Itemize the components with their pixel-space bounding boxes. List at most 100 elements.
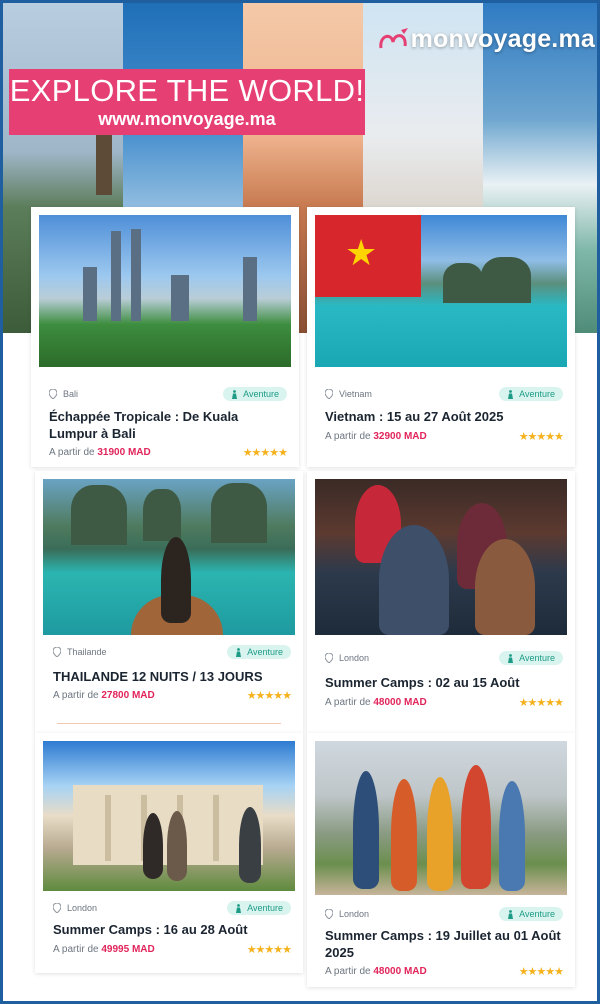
student [461,765,491,889]
price-value: 48000 MAD [373,966,427,977]
banner-url[interactable]: www.monvoyage.ma [9,109,365,130]
student [167,811,187,881]
hiker-icon [236,647,242,657]
explore-banner: EXPLORE THE WORLD! www.monvoyage.ma [9,69,365,135]
karst-island [481,257,531,303]
star-rating: ★★★★★ [518,966,564,978]
category-tag[interactable]: Aventure [223,387,287,401]
trip-title[interactable]: Summer Camps : 19 Juillet au 01 Août 202… [325,927,563,961]
trip-title[interactable]: Summer Camps : 02 au 15 Août [325,674,563,691]
trip-card-london-2[interactable]: London Aventure Summer Camps : 16 au 28 … [35,733,303,973]
flag-star: ★ [345,232,378,273]
category-tag[interactable]: Aventure [227,901,291,915]
skyscraper [171,275,189,321]
location-label: Vietnam [325,389,372,399]
trip-photo [315,479,567,635]
price: A partir de 27800 MAD [53,690,155,701]
map-pin-icon [53,903,61,913]
price: A partir de 48000 MAD [325,697,427,708]
star-rating: ★★★★★ [246,944,292,956]
trip-title[interactable]: Échappée Tropicale : De Kuala Lumpur à B… [49,408,287,442]
hiker-icon [232,389,238,399]
brand-logo[interactable]: monvoyage.ma [377,25,595,54]
trip-title[interactable]: Vietnam : 15 au 27 Août 2025 [325,408,563,425]
price: A partir de 31900 MAD [49,447,151,458]
tag-text: Aventure [243,389,279,399]
banner-title: EXPLORE THE WORLD! [9,73,365,108]
tag-text: Aventure [519,389,555,399]
location-text: London [339,909,370,919]
map-pin-icon [325,389,333,399]
promo-flyer: monvoyage.ma EXPLORE THE WORLD! www.monv… [0,0,600,1004]
star-rating: ★★★★★ [518,431,564,443]
price: A partir de 49995 MAD [53,944,155,955]
location-label: London [53,903,97,913]
plane-loop-icon [378,27,408,48]
category-tag[interactable]: Aventure [499,907,563,921]
petronas-tower [111,231,121,321]
column [105,795,111,861]
star-rating: ★★★★★ [518,697,564,709]
column [213,795,219,861]
price-prefix: A partir de [49,447,95,458]
price-value: 48000 MAD [373,697,427,708]
map-pin-icon [325,653,333,663]
price-prefix: A partir de [325,966,371,977]
trip-card-thailande[interactable]: Thailande Aventure THAILANDE 12 NUITS / … [35,471,303,733]
price-row: A partir de 31900 MAD ★★★★★ [49,446,288,459]
trip-photo [43,741,295,891]
student [427,777,453,891]
map-pin-icon [53,647,61,657]
price-row: A partir de 27800 MAD ★★★★★ [53,689,292,702]
map-pin-icon [49,389,57,399]
petronas-tower [131,229,141,321]
location-text: Bali [63,389,79,399]
price-value: 32900 MAD [373,431,427,442]
student [379,525,449,635]
location-text: London [339,653,370,663]
trip-title[interactable]: Summer Camps : 16 au 28 Août [53,921,291,938]
traveler [161,537,191,623]
location-text: Thailande [67,647,107,657]
location-label: Bali [49,389,78,399]
karst-island [211,483,267,543]
price-row: A partir de 32900 MAD ★★★★★ [325,430,564,443]
student [239,807,261,883]
price-row: A partir de 49995 MAD ★★★★★ [53,943,292,956]
karst-island [71,485,127,545]
card-meta: London Aventure [53,901,291,915]
trip-card-grid: Bali Aventure Échappée Tropicale : De Ku… [31,207,577,987]
price-row: A partir de 48000 MAD ★★★★★ [325,965,564,978]
trip-photo [315,741,567,895]
student [391,779,417,891]
tag-text: Aventure [519,909,555,919]
price-prefix: A partir de [325,431,371,442]
tag-text: Aventure [247,903,283,913]
trip-card-london-1[interactable]: London Aventure Summer Camps : 02 au 15 … [307,471,575,733]
category-tag[interactable]: Aventure [499,387,563,401]
category-tag[interactable]: Aventure [227,645,291,659]
trip-photo [39,215,291,367]
tag-text: Aventure [519,653,555,663]
trip-card-bali[interactable]: Bali Aventure Échappée Tropicale : De Ku… [31,207,299,467]
location-text: Vietnam [339,389,372,399]
location-label: Thailande [53,647,107,657]
trip-photo: ★ [315,215,567,367]
hiker-icon [508,909,514,919]
student [499,781,525,891]
hiker-icon [236,903,242,913]
price-row: A partir de 48000 MAD ★★★★★ [325,696,564,709]
price: A partir de 48000 MAD [325,966,427,977]
hiker-icon [508,389,514,399]
trip-card-vietnam[interactable]: ★ Vietnam Aventure Vietnam : 15 au 27 Ao… [307,207,575,467]
category-tag[interactable]: Aventure [499,651,563,665]
tag-text: Aventure [247,647,283,657]
price-value: 49995 MAD [101,944,155,955]
trip-card-london-3[interactable]: London Aventure Summer Camps : 19 Juille… [307,733,575,987]
hiker-icon [508,653,514,663]
location-label: London [325,909,369,919]
trip-title[interactable]: THAILANDE 12 NUITS / 13 JOURS [53,668,291,685]
price-prefix: A partir de [325,697,371,708]
trip-photo [43,479,295,635]
price-prefix: A partir de [53,944,99,955]
